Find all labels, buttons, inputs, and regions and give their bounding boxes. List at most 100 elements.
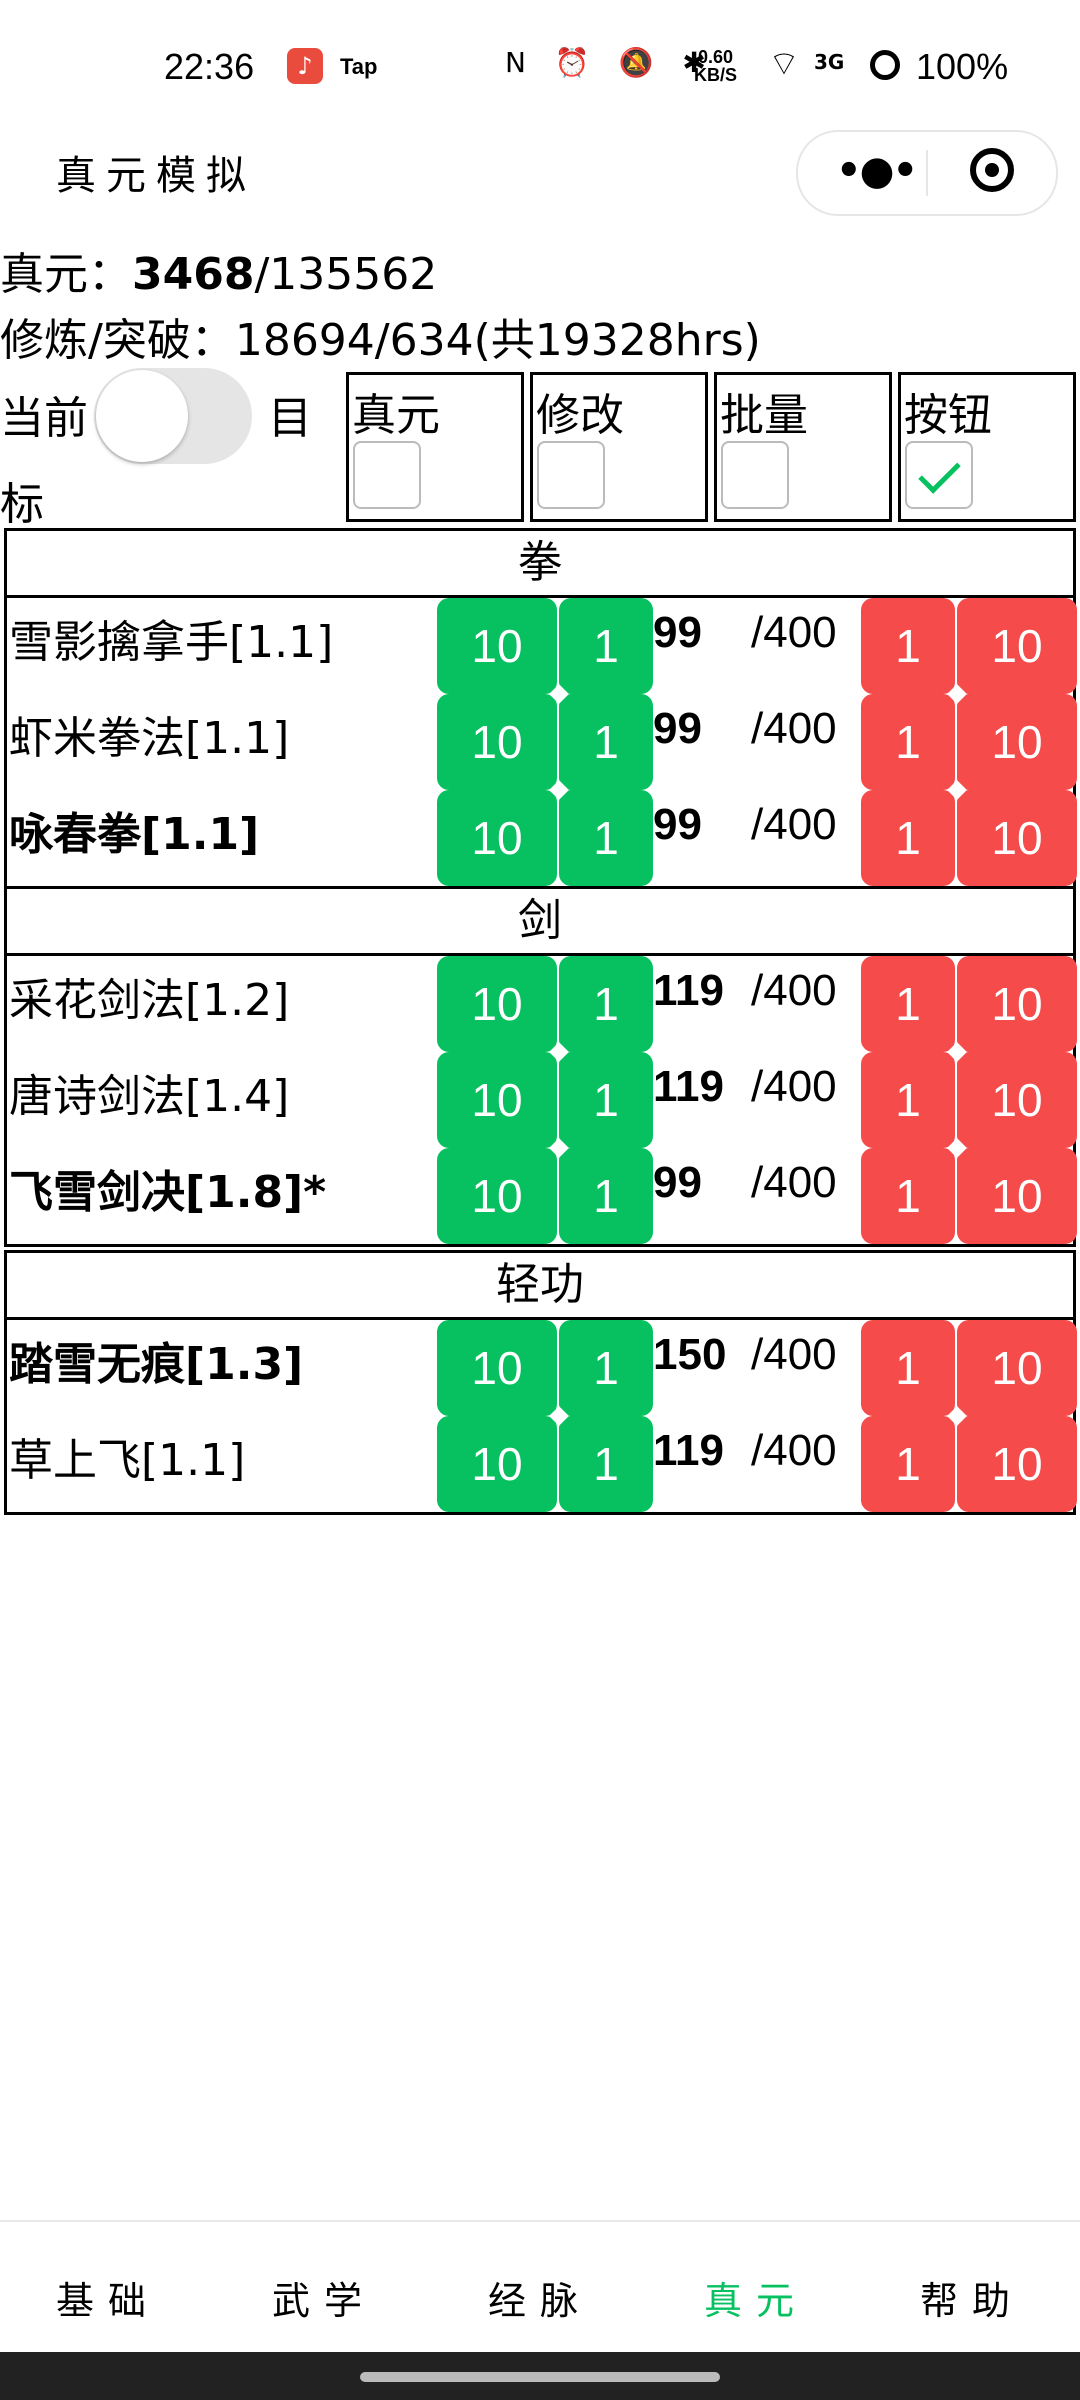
- skill-name: 咏春拳[1.1]: [9, 809, 260, 860]
- skill-row: 唐诗剑法[1.4] 10 1 119 /400 1 10: [7, 1042, 1077, 1148]
- plus-10-button[interactable]: 10: [437, 956, 557, 1052]
- option-checkbox[interactable]: [353, 441, 421, 509]
- signal-label: 3G: [814, 50, 845, 74]
- minus-10-button[interactable]: 10: [957, 598, 1077, 694]
- option-label: 真元: [352, 390, 440, 441]
- minus-1-button[interactable]: 1: [861, 598, 955, 694]
- minus-10-button[interactable]: 10: [957, 1052, 1077, 1148]
- plus-10-button[interactable]: 10: [437, 790, 557, 886]
- option-label: 按钮: [904, 390, 992, 441]
- tap-app-icon: Tap: [340, 54, 378, 79]
- system-status-icons: N ⏰ 🔕 ✱: [505, 46, 716, 79]
- skill-name: 唐诗剑法[1.4]: [9, 1071, 290, 1122]
- home-indicator[interactable]: [360, 2372, 720, 2382]
- minus-1-button[interactable]: 1: [861, 790, 955, 886]
- skill-row: 草上飞[1.1] 10 1 119 /400 1 10: [7, 1406, 1077, 1512]
- plus-1-button[interactable]: 1: [559, 1416, 653, 1512]
- plus-10-button[interactable]: 10: [437, 598, 557, 694]
- skill-row: 踏雪无痕[1.3] 10 1 150 /400 1 10: [7, 1320, 1077, 1416]
- option-label: 修改: [536, 390, 624, 441]
- tab-martial-arts[interactable]: 武学: [216, 2270, 432, 2325]
- skill-current-level: 99: [653, 1158, 702, 1207]
- plus-1-button[interactable]: 1: [559, 1052, 653, 1148]
- minus-10-button[interactable]: 10: [957, 1148, 1077, 1244]
- music-app-icon: ♪: [287, 48, 323, 84]
- switch-knob: [96, 370, 188, 462]
- skill-name: 虾米拳法[1.1]: [9, 713, 290, 764]
- current-target-switch[interactable]: [94, 368, 252, 464]
- plus-1-button[interactable]: 1: [559, 598, 653, 694]
- wifi-icon: ⌔: [768, 44, 800, 84]
- skill-row: 虾米拳法[1.1] 10 1 99 /400 1 10: [7, 684, 1077, 790]
- minus-1-button[interactable]: 1: [861, 1416, 955, 1512]
- skill-name: 踏雪无痕[1.3]: [9, 1339, 304, 1390]
- status-time: 22:36: [164, 46, 255, 87]
- toggle-label-target-tail: 标: [0, 479, 44, 530]
- plus-10-button[interactable]: 10: [437, 1416, 557, 1512]
- tab-meridians[interactable]: 经脉: [432, 2270, 648, 2325]
- skill-current-level: 119: [653, 1426, 724, 1475]
- skill-current-level: 99: [653, 608, 702, 657]
- toggle-label-current: 当前: [0, 393, 88, 444]
- skill-current-level: 99: [653, 704, 702, 753]
- plus-10-button[interactable]: 10: [437, 1148, 557, 1244]
- skill-max-level: /400: [751, 1426, 837, 1475]
- minus-10-button[interactable]: 10: [957, 694, 1077, 790]
- skill-max-level: /400: [751, 966, 837, 1015]
- plus-10-button[interactable]: 10: [437, 694, 557, 790]
- skill-name: 采花剑法[1.2]: [9, 975, 290, 1026]
- skill-row: 雪影擒拿手[1.1] 10 1 99 /400 1 10: [7, 598, 1077, 694]
- skill-row: 咏春拳[1.1] 10 1 99 /400 1 10: [7, 780, 1077, 886]
- minus-1-button[interactable]: 1: [861, 1148, 955, 1244]
- plus-1-button[interactable]: 1: [559, 1320, 653, 1416]
- network-speed-value: 0.60: [697, 47, 734, 67]
- group-header: 拳: [7, 531, 1073, 598]
- battery-level: 100%: [916, 46, 1009, 87]
- minus-1-button[interactable]: 1: [861, 1320, 955, 1416]
- minus-10-button[interactable]: 10: [957, 956, 1077, 1052]
- minus-10-button[interactable]: 10: [957, 1320, 1077, 1416]
- option-zhenyuan: 真元: [346, 372, 524, 522]
- skill-name: 雪影擒拿手[1.1]: [9, 617, 334, 668]
- skill-max-level: /400: [751, 1330, 837, 1379]
- skill-group-fist: 拳 雪影擒拿手[1.1] 10 1 99 /400 1 10 虾米拳法[1.1]…: [4, 528, 1077, 889]
- option-buttons: 按钮: [898, 372, 1076, 522]
- option-edit: 修改: [530, 372, 708, 522]
- plus-10-button[interactable]: 10: [437, 1052, 557, 1148]
- option-checkbox[interactable]: [721, 441, 789, 509]
- page-title: 真元模拟: [56, 153, 256, 199]
- minus-10-button[interactable]: 10: [957, 1416, 1077, 1512]
- minus-1-button[interactable]: 1: [861, 1052, 955, 1148]
- tab-basics[interactable]: 基础: [0, 2270, 216, 2325]
- train-value: 18694/634(共19328hrs): [234, 315, 761, 366]
- tab-help[interactable]: 帮助: [864, 2270, 1080, 2325]
- skill-current-level: 119: [653, 966, 724, 1015]
- minus-10-button[interactable]: 10: [957, 790, 1077, 886]
- minus-1-button[interactable]: 1: [861, 956, 955, 1052]
- skill-max-level: /400: [751, 1062, 837, 1111]
- plus-1-button[interactable]: 1: [559, 956, 653, 1052]
- skill-group-qinggong: 轻功 踏雪无痕[1.3] 10 1 150 /400 1 10 草上飞[1.1]…: [4, 1250, 1077, 1515]
- plus-10-button[interactable]: 10: [437, 1320, 557, 1416]
- plus-1-button[interactable]: 1: [559, 1148, 653, 1244]
- skill-row: 飞雪剑决[1.8]* 10 1 99 /400 1 10: [7, 1138, 1077, 1244]
- zhenyuan-total: /135562: [254, 249, 438, 300]
- skill-max-level: /400: [751, 800, 837, 849]
- option-checkbox[interactable]: [537, 441, 605, 509]
- skill-current-level: 99: [653, 800, 702, 849]
- network-speed: 0.60 KB/S: [694, 48, 737, 84]
- status-bar: 22:36 ♪ Tap N ⏰ 🔕 ✱ 0.60 KB/S ⌔ 3G 100%: [0, 0, 1080, 135]
- group-header: 剑: [7, 889, 1073, 956]
- skill-max-level: /400: [751, 608, 837, 657]
- bottom-tab-bar: 基础 武学 经脉 真元 帮助: [0, 2220, 1080, 2354]
- option-checkbox-checked[interactable]: [905, 441, 973, 509]
- plus-1-button[interactable]: 1: [559, 790, 653, 886]
- close-target-icon[interactable]: [970, 148, 1014, 192]
- more-icon[interactable]: •●•: [836, 148, 918, 194]
- zhenyuan-current: 3468: [132, 249, 255, 300]
- minus-1-button[interactable]: 1: [861, 694, 955, 790]
- network-speed-unit: KB/S: [694, 65, 738, 85]
- tab-zhenyuan[interactable]: 真元: [648, 2270, 864, 2325]
- plus-1-button[interactable]: 1: [559, 694, 653, 790]
- battery-ring-icon: [870, 50, 900, 80]
